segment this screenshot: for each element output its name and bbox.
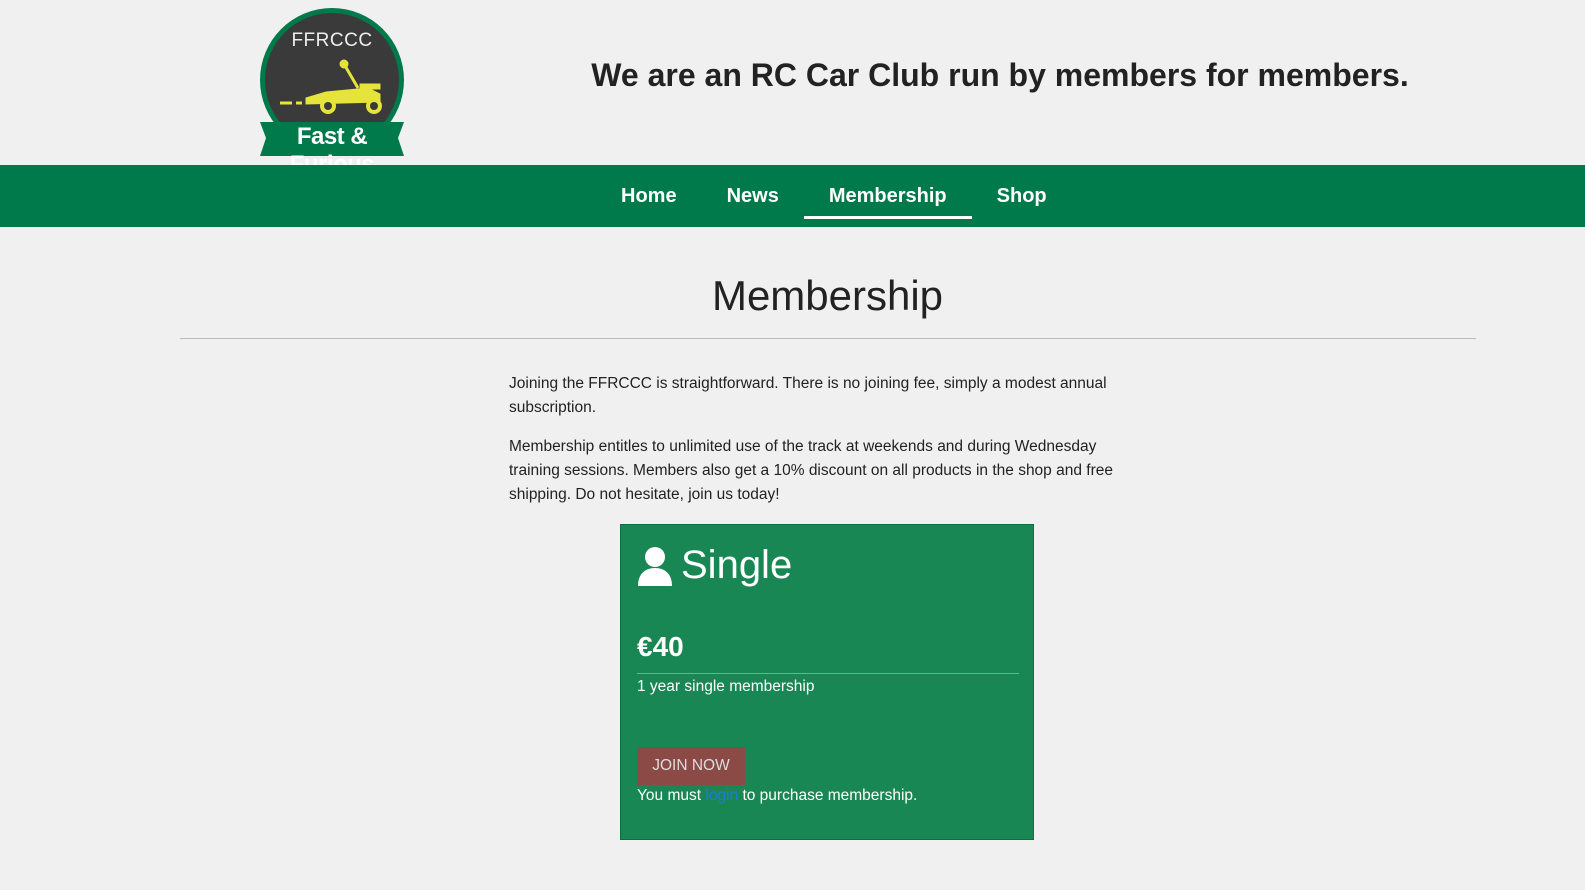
login-note-prefix: You must xyxy=(637,787,702,804)
intro-paragraph-2: Membership entitles to unlimited use of … xyxy=(509,438,1113,503)
price-divider xyxy=(637,673,1019,674)
plan-price: €40 xyxy=(637,631,684,662)
intro-paragraph-1: Joining the FFRCCC is straightforward. T… xyxy=(509,375,1107,416)
page-title: Membership xyxy=(711,272,944,319)
user-icon xyxy=(638,546,672,586)
title-divider xyxy=(180,338,1476,339)
nav-item-news[interactable]: News xyxy=(702,165,804,227)
nav-item-shop[interactable]: Shop xyxy=(972,165,1072,227)
site-tagline: We are an RC Car Club run by members for… xyxy=(591,57,1409,93)
club-logo[interactable]: FFRCCC Fast & Furious xyxy=(256,6,408,178)
join-now-button[interactable]: JOIN NOW xyxy=(637,747,745,785)
plan-title: Single xyxy=(681,543,793,587)
nav-items: Home News Membership Shop xyxy=(596,165,1072,227)
membership-plan-card: Single €40 1 year single membership JOIN… xyxy=(620,524,1034,840)
login-note: You must login to purchase membership. xyxy=(637,787,917,805)
site-header: FFRCCC Fast & Furious We are an RC Car C… xyxy=(0,0,1585,178)
login-note-suffix: to purchase membership. xyxy=(742,787,918,804)
logo-top-text: FFRCCC xyxy=(291,30,373,51)
nav-item-membership[interactable]: Membership xyxy=(803,165,972,227)
login-link[interactable]: login xyxy=(705,787,738,804)
nav-item-home[interactable]: Home xyxy=(596,165,702,227)
plan-title-row: Single xyxy=(637,543,792,588)
intro-text: Joining the FFRCCC is straightforward. T… xyxy=(509,372,1119,522)
plan-description: 1 year single membership xyxy=(637,678,815,695)
main-nav: Home News Membership Shop xyxy=(0,165,1585,227)
